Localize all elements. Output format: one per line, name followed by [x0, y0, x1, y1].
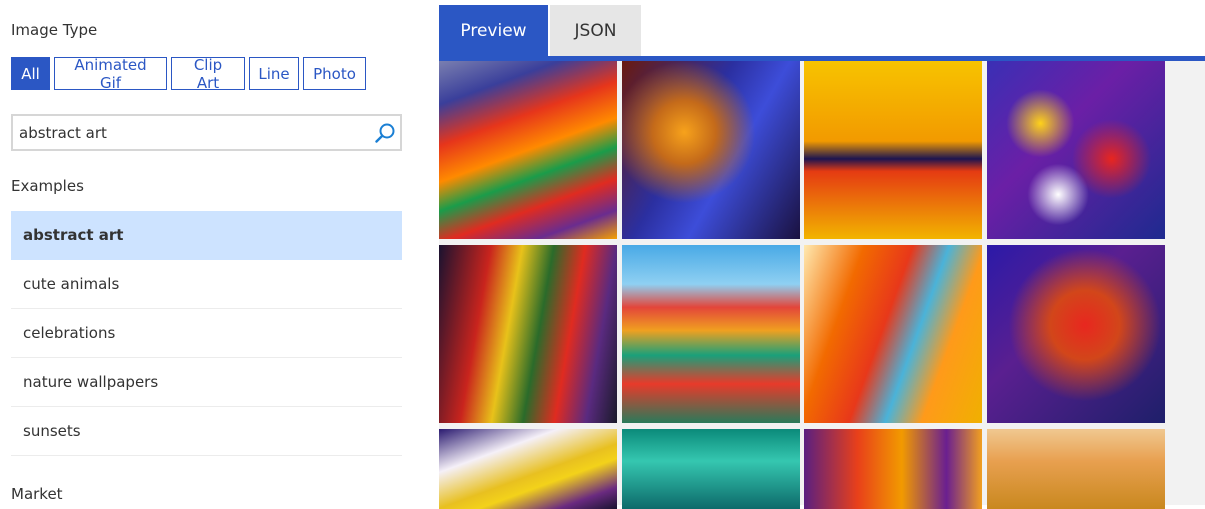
result-image[interactable] [439, 245, 617, 423]
result-image[interactable] [804, 245, 982, 423]
example-celebrations[interactable]: celebrations [11, 309, 402, 358]
filter-all-button[interactable]: All [11, 57, 50, 90]
examples-label: Examples [11, 177, 84, 195]
result-image[interactable] [439, 429, 617, 509]
tab-json[interactable]: JSON [550, 5, 641, 56]
view-tabs: Preview JSON [439, 5, 643, 56]
search-icon[interactable] [370, 116, 400, 149]
filter-photo-button[interactable]: Photo [303, 57, 366, 90]
result-image[interactable] [987, 61, 1165, 239]
image-results-grid [439, 61, 1205, 509]
market-label: Market [11, 485, 63, 503]
filter-clip-art-button[interactable]: Clip Art [171, 56, 245, 92]
search-box [11, 114, 402, 151]
image-type-label: Image Type [11, 21, 98, 39]
result-image[interactable] [439, 61, 617, 239]
result-image[interactable] [804, 61, 982, 239]
result-image[interactable] [987, 429, 1165, 509]
filter-animated-gif-button[interactable]: Animated Gif [54, 56, 167, 92]
results-panel: Preview JSON [439, 5, 1205, 509]
example-abstract-art[interactable]: abstract art [11, 211, 402, 260]
examples-list: abstract art cute animals celebrations n… [11, 211, 402, 456]
result-image[interactable] [987, 245, 1165, 423]
example-nature-wallpapers[interactable]: nature wallpapers [11, 358, 402, 407]
search-input[interactable] [13, 116, 370, 149]
result-image[interactable] [804, 429, 982, 509]
example-sunsets[interactable]: sunsets [11, 407, 402, 456]
sidebar: Image Type All Animated Gif Clip Art Lin… [11, 0, 402, 505]
tab-preview[interactable]: Preview [439, 5, 548, 56]
filter-line-button[interactable]: Line [249, 57, 299, 90]
result-image[interactable] [622, 245, 800, 423]
image-type-filters: All Animated Gif Clip Art Line Photo [11, 56, 366, 92]
result-image[interactable] [622, 61, 800, 239]
example-cute-animals[interactable]: cute animals [11, 260, 402, 309]
result-image[interactable] [622, 429, 800, 509]
